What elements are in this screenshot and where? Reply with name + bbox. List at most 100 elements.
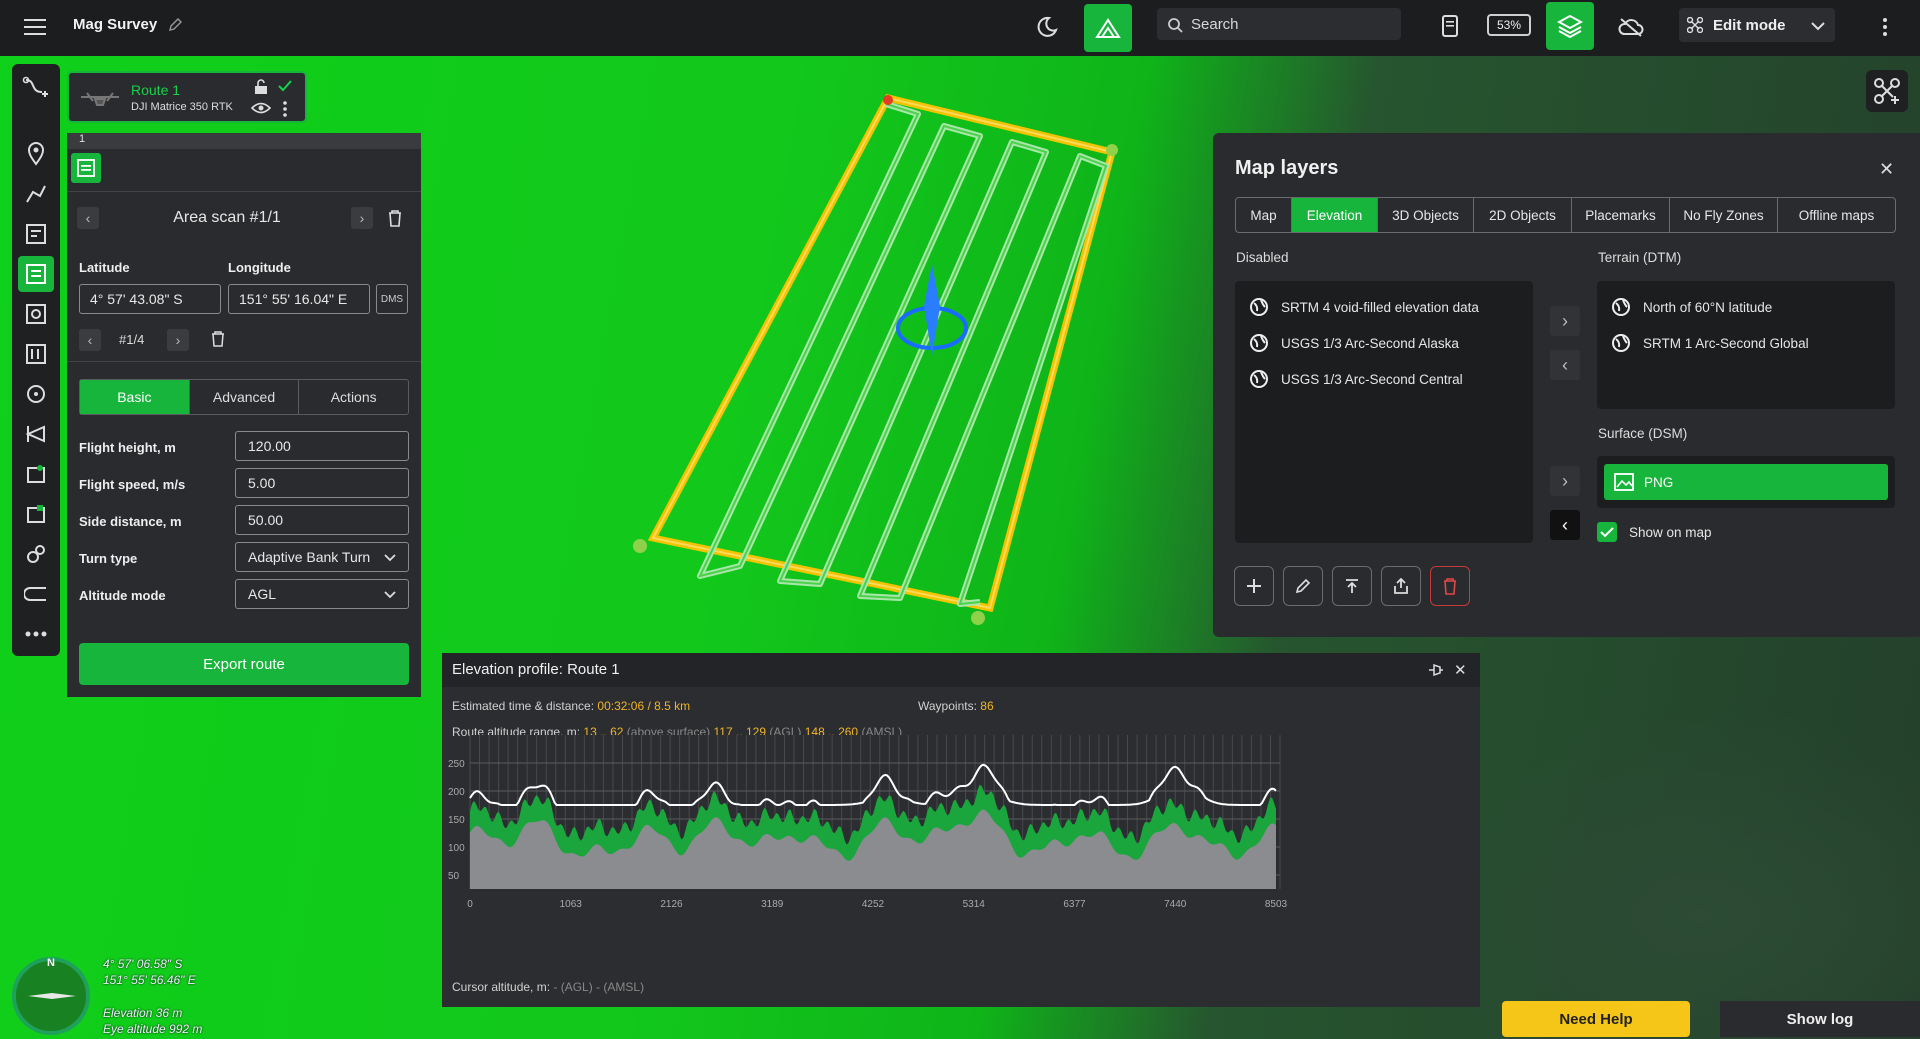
move-right-button[interactable]: › (1550, 466, 1580, 496)
delete-layer-button[interactable] (1430, 566, 1470, 606)
tab-basic[interactable]: Basic (80, 380, 190, 414)
layer-item[interactable]: USGS 1/3 Arc-Second Alaska (1249, 333, 1459, 353)
y-tick-label: 150 (448, 815, 465, 826)
show-on-map-checkbox[interactable]: Show on map (1597, 522, 1712, 542)
panorama-icon[interactable] (18, 416, 54, 452)
top-bar: Mag Survey Search 53% Edit mode (0, 0, 1920, 56)
menu-icon[interactable] (22, 14, 48, 40)
layer-item[interactable]: USGS 1/3 Arc-Second Central (1249, 369, 1463, 389)
route-more-icon[interactable] (283, 101, 287, 122)
side-distance-label: Side distance, m (79, 514, 182, 529)
layer-item-label: USGS 1/3 Arc-Second Alaska (1281, 335, 1459, 351)
device-icon[interactable] (1438, 12, 1462, 40)
prev-point-button[interactable]: ‹ (79, 329, 101, 351)
map-pin-icon[interactable] (18, 456, 54, 492)
x-tick-label: 6377 (1063, 899, 1086, 910)
area-scan-icon[interactable] (18, 256, 54, 292)
export-route-button[interactable]: Export route (79, 643, 409, 685)
visibility-icon[interactable] (250, 101, 272, 120)
tab-2d-objects[interactable]: 2D Objects (1474, 198, 1572, 232)
cloud-off-icon[interactable] (1616, 12, 1646, 42)
x-tick-label: 7440 (1164, 899, 1187, 910)
terrain-toggle-icon[interactable] (1084, 4, 1132, 52)
upload-layer-button[interactable] (1332, 566, 1372, 606)
night-mode-icon[interactable] (1032, 12, 1062, 42)
corner-pin[interactable] (1106, 144, 1118, 156)
compass-needle-icon (28, 993, 76, 999)
route-card[interactable]: Route 1 DJI Matrice 350 RTK (67, 71, 307, 123)
corner-pin[interactable] (883, 95, 893, 105)
altitude-mode-select[interactable]: AGL (235, 579, 409, 609)
compass-widget[interactable]: N (12, 957, 90, 1035)
placemark-icon[interactable] (18, 136, 54, 172)
move-left-button[interactable]: ‹ (1550, 350, 1580, 380)
need-help-button[interactable]: Need Help (1502, 1001, 1690, 1037)
share-layer-button[interactable] (1381, 566, 1421, 606)
dms-toggle[interactable]: DMS (376, 284, 408, 314)
move-right-button[interactable]: › (1550, 306, 1580, 336)
tab-actions[interactable]: Actions (299, 380, 408, 414)
tab-elevation[interactable]: Elevation (1292, 198, 1378, 232)
layer-item[interactable]: SRTM 4 void-filled elevation data (1249, 297, 1479, 317)
orbit-icon[interactable] (18, 376, 54, 412)
cursor-longitude: 151° 55' 56.46" E (103, 973, 196, 987)
move-left-button[interactable]: ‹ (1550, 510, 1580, 540)
tab-offline-maps[interactable]: Offline maps (1778, 198, 1895, 232)
delete-scan-icon[interactable] (387, 209, 403, 232)
measure-icon[interactable] (18, 536, 54, 572)
longitude-input[interactable]: 151° 55' 16.04" E (228, 284, 370, 314)
globe-icon (1612, 334, 1630, 352)
edit-layer-button[interactable] (1283, 566, 1323, 606)
show-log-button[interactable]: Show log (1720, 1001, 1920, 1037)
loop-icon[interactable] (18, 576, 54, 612)
tab-placemarks[interactable]: Placemarks (1572, 198, 1670, 232)
map-import-icon[interactable] (18, 496, 54, 532)
layer-item[interactable]: SRTM 1 Arc-Second Global (1611, 333, 1809, 353)
unlock-icon[interactable] (253, 79, 269, 100)
globe-icon (1612, 298, 1630, 316)
tab-no-fly-zones[interactable]: No Fly Zones (1670, 198, 1778, 232)
corner-pin[interactable] (633, 539, 647, 553)
layer-item[interactable]: North of 60°N latitude (1611, 297, 1772, 317)
tab-3d-objects[interactable]: 3D Objects (1378, 198, 1474, 232)
turn-type-select[interactable]: Adaptive Bank Turn (235, 542, 409, 572)
more-horizontal-icon[interactable] (18, 616, 54, 652)
side-distance-input[interactable]: 50.00 (235, 505, 409, 535)
polyline-icon[interactable] (18, 176, 54, 212)
add-layer-button[interactable] (1234, 566, 1274, 606)
tab-map[interactable]: Map (1236, 198, 1292, 232)
facade-scan-icon[interactable] (18, 296, 54, 332)
turn-type-label: Turn type (79, 551, 138, 566)
area-scan-tab-icon[interactable] (71, 153, 101, 183)
cursor-label: Cursor altitude, m: (452, 980, 551, 994)
scan-template-icon[interactable] (18, 216, 54, 252)
surface-item-png[interactable]: PNG (1604, 464, 1888, 500)
area-scan-panel: 1 ‹ Area scan #1/1 › Latitude Longitude … (67, 133, 421, 697)
delete-point-icon[interactable] (211, 331, 225, 352)
next-scan-button[interactable]: › (351, 207, 373, 229)
drone-add-icon[interactable] (1866, 70, 1908, 112)
altitude-mode-label: Altitude mode (79, 588, 166, 603)
y-tick-label: 50 (448, 871, 460, 882)
x-tick-label: 1063 (560, 899, 583, 910)
more-vertical-icon[interactable] (1876, 14, 1894, 40)
next-point-button[interactable]: › (167, 329, 189, 351)
close-icon[interactable]: ✕ (1879, 159, 1894, 180)
layer-item-label: SRTM 1 Arc-Second Global (1643, 335, 1809, 351)
layers-icon[interactable] (1546, 2, 1594, 50)
flight-speed-input[interactable]: 5.00 (235, 468, 409, 498)
divider (67, 361, 421, 362)
search-input[interactable]: Search (1157, 8, 1401, 40)
flight-height-input[interactable]: 120.00 (235, 431, 409, 461)
latitude-input[interactable]: 4° 57' 43.08" S (79, 284, 221, 314)
turn-type-value: Adaptive Bank Turn (248, 549, 371, 565)
add-route-icon[interactable] (18, 70, 54, 106)
elevation-chart[interactable]: 250 200 150 100 50 0 1063 2126 3189 4252 5314 6377 7… (442, 653, 1480, 1007)
eye-altitude: Eye altitude 992 m (103, 1022, 203, 1036)
corner-pin[interactable] (971, 611, 985, 625)
cursor-value: - (AGL) - (AMSL) (553, 980, 645, 994)
edit-title-icon[interactable] (166, 16, 184, 34)
corridor-scan-icon[interactable] (18, 336, 54, 372)
tab-advanced[interactable]: Advanced (190, 380, 300, 414)
edit-mode-label: Edit mode (1713, 16, 1786, 34)
